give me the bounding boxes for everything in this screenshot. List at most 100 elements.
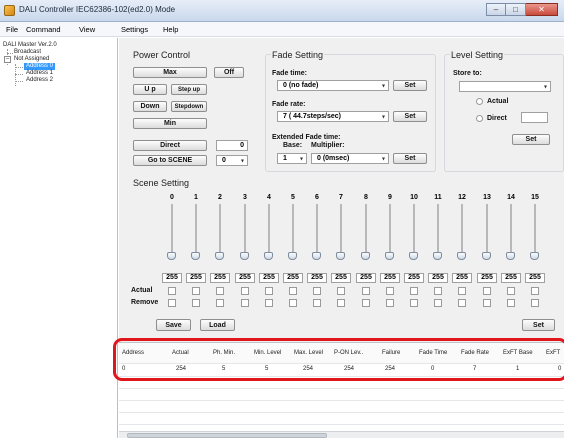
scene-level-input-6[interactable]: 255 <box>307 273 327 283</box>
scene-level-input-10[interactable]: 255 <box>404 273 424 283</box>
scene-set-button[interactable]: Set <box>522 319 555 331</box>
scene-actual-checkbox-6[interactable] <box>313 287 321 295</box>
scene-slider-thumb-6[interactable] <box>312 252 321 260</box>
scene-slider-thumb-14[interactable] <box>506 252 515 260</box>
scene-level-input-0[interactable]: 255 <box>162 273 182 283</box>
step-up-button[interactable]: Step up <box>171 84 207 95</box>
close-button[interactable]: ✕ <box>526 3 558 16</box>
scene-actual-checkbox-8[interactable] <box>362 287 370 295</box>
scene-actual-checkbox-1[interactable] <box>192 287 200 295</box>
actual-radio[interactable] <box>476 98 483 105</box>
scene-level-input-14[interactable]: 255 <box>501 273 521 283</box>
menu-command[interactable]: Command <box>26 25 61 34</box>
multiplier-select[interactable]: 0 (0msec) ▾ <box>311 153 389 164</box>
scene-remove-checkbox-5[interactable] <box>289 299 297 307</box>
scene-slider-thumb-9[interactable] <box>385 252 394 260</box>
tree-broadcast[interactable]: Broadcast <box>14 49 41 56</box>
maximize-button[interactable]: □ <box>506 3 526 16</box>
save-button[interactable]: Save <box>156 319 191 331</box>
max-button[interactable]: Max <box>133 67 207 78</box>
scene-level-input-3[interactable]: 255 <box>235 273 255 283</box>
scene-slider-thumb-7[interactable] <box>336 252 345 260</box>
scene-actual-checkbox-7[interactable] <box>337 287 345 295</box>
scene-remove-checkbox-7[interactable] <box>337 299 345 307</box>
scene-actual-checkbox-10[interactable] <box>410 287 418 295</box>
direct-radio[interactable] <box>476 115 483 122</box>
scene-remove-checkbox-1[interactable] <box>192 299 200 307</box>
minimize-button[interactable]: – <box>486 3 506 16</box>
scene-level-input-2[interactable]: 255 <box>210 273 230 283</box>
scene-level-input-7[interactable]: 255 <box>331 273 351 283</box>
scene-level-input-12[interactable]: 255 <box>452 273 472 283</box>
collapse-icon[interactable]: – <box>4 56 11 63</box>
scene-remove-checkbox-4[interactable] <box>265 299 273 307</box>
direct-button[interactable]: Direct <box>133 140 207 151</box>
base-select[interactable]: 1 ▾ <box>277 153 307 164</box>
fade-time-select[interactable]: 0 (no fade) ▾ <box>277 80 389 91</box>
scene-slider-thumb-0[interactable] <box>167 252 176 260</box>
go-to-scene-button[interactable]: Go to SCENE <box>133 155 207 166</box>
tree-address-1[interactable]: Address 1 <box>26 70 53 77</box>
extended-fade-set-button[interactable]: Set <box>393 153 427 164</box>
direct-level-input[interactable]: 0 <box>216 140 248 151</box>
scene-actual-checkbox-11[interactable] <box>434 287 442 295</box>
scene-slider-thumb-13[interactable] <box>482 252 491 260</box>
menu-settings[interactable]: Settings <box>121 25 148 34</box>
scene-remove-checkbox-6[interactable] <box>313 299 321 307</box>
scene-slider-thumb-11[interactable] <box>433 252 442 260</box>
up-button[interactable]: U p <box>133 84 167 95</box>
fade-time-set-button[interactable]: Set <box>393 80 427 91</box>
scene-remove-checkbox-14[interactable] <box>507 299 515 307</box>
scene-actual-checkbox-5[interactable] <box>289 287 297 295</box>
load-button[interactable]: Load <box>200 319 235 331</box>
scene-level-input-13[interactable]: 255 <box>477 273 497 283</box>
scene-actual-checkbox-0[interactable] <box>168 287 176 295</box>
scene-slider-thumb-3[interactable] <box>240 252 249 260</box>
scene-select[interactable]: 0 ▾ <box>216 155 248 166</box>
scene-remove-checkbox-9[interactable] <box>386 299 394 307</box>
scene-remove-checkbox-13[interactable] <box>483 299 491 307</box>
fade-rate-select[interactable]: 7 ( 44.7steps/sec) ▾ <box>277 111 389 122</box>
scene-remove-checkbox-12[interactable] <box>458 299 466 307</box>
tree-root[interactable]: DALI Master Ver.2.0 <box>3 42 57 49</box>
scene-slider-thumb-8[interactable] <box>361 252 370 260</box>
off-button[interactable]: Off <box>214 67 244 78</box>
scene-slider-thumb-2[interactable] <box>215 252 224 260</box>
level-direct-input[interactable] <box>521 112 548 123</box>
scene-slider-thumb-12[interactable] <box>457 252 466 260</box>
scrollbar-thumb[interactable] <box>127 433 327 438</box>
tree-address-0[interactable]: Address 0 <box>24 63 56 70</box>
store-to-select[interactable]: ▾ <box>459 81 551 92</box>
scene-remove-checkbox-15[interactable] <box>531 299 539 307</box>
scene-remove-checkbox-0[interactable] <box>168 299 176 307</box>
scene-remove-checkbox-2[interactable] <box>216 299 224 307</box>
scene-level-input-15[interactable]: 255 <box>525 273 545 283</box>
scene-actual-checkbox-3[interactable] <box>241 287 249 295</box>
scene-level-input-8[interactable]: 255 <box>356 273 376 283</box>
fade-rate-set-button[interactable]: Set <box>393 111 427 122</box>
menu-view[interactable]: View <box>79 25 95 34</box>
scene-level-input-1[interactable]: 255 <box>186 273 206 283</box>
scene-level-input-4[interactable]: 255 <box>259 273 279 283</box>
scene-slider-thumb-5[interactable] <box>288 252 297 260</box>
scene-slider-thumb-4[interactable] <box>264 252 273 260</box>
scene-level-input-9[interactable]: 255 <box>380 273 400 283</box>
step-down-button[interactable]: Stepdown <box>171 101 207 112</box>
scene-actual-checkbox-4[interactable] <box>265 287 273 295</box>
level-set-button[interactable]: Set <box>512 134 550 145</box>
menu-help[interactable]: Help <box>163 25 178 34</box>
scene-slider-thumb-10[interactable] <box>409 252 418 260</box>
menu-file[interactable]: File <box>6 25 18 34</box>
min-button[interactable]: Min <box>133 118 207 129</box>
scene-actual-checkbox-12[interactable] <box>458 287 466 295</box>
scene-actual-checkbox-2[interactable] <box>216 287 224 295</box>
horizontal-scrollbar[interactable] <box>119 431 564 438</box>
scene-level-input-5[interactable]: 255 <box>283 273 303 283</box>
scene-actual-checkbox-15[interactable] <box>531 287 539 295</box>
scene-level-input-11[interactable]: 255 <box>428 273 448 283</box>
scene-actual-checkbox-13[interactable] <box>483 287 491 295</box>
scene-actual-checkbox-9[interactable] <box>386 287 394 295</box>
scene-remove-checkbox-3[interactable] <box>241 299 249 307</box>
scene-slider-thumb-1[interactable] <box>191 252 200 260</box>
down-button[interactable]: Down <box>133 101 167 112</box>
